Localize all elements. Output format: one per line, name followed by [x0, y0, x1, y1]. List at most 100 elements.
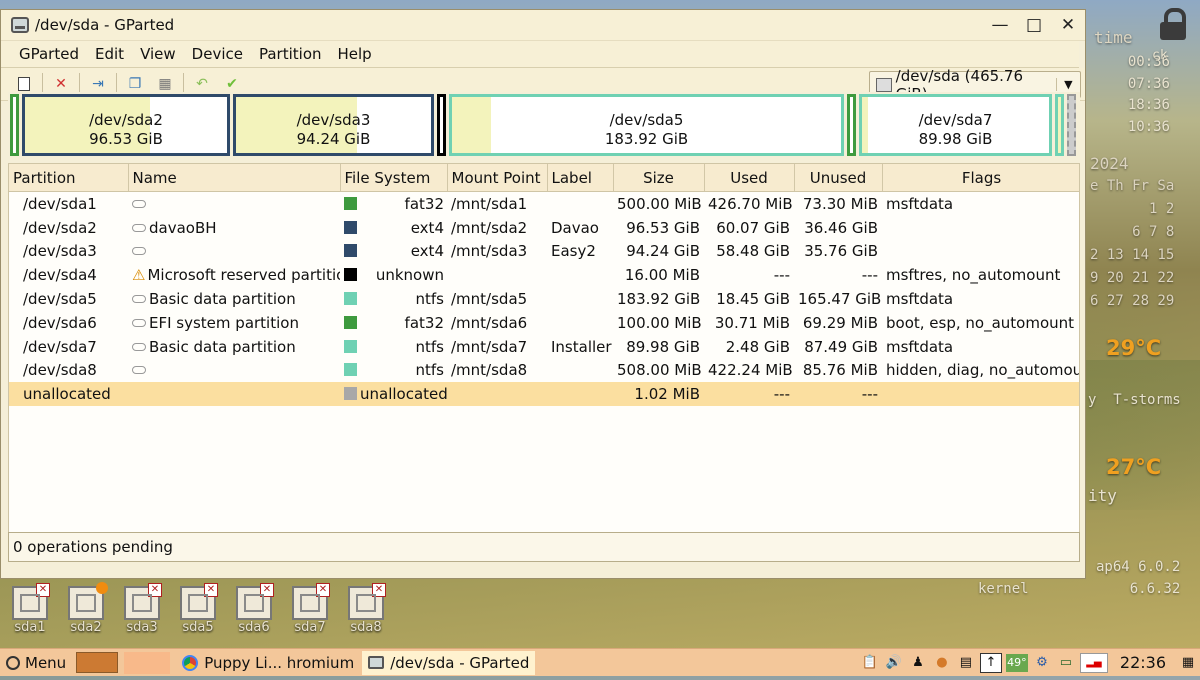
cpu-graph-icon[interactable]: ▂▄: [1079, 652, 1108, 673]
cell-name: EFI system partition: [128, 311, 340, 335]
partition-block-sda6[interactable]: [847, 94, 856, 156]
unmount-x-icon[interactable]: ✕: [148, 583, 162, 597]
cell-mountpoint: [447, 382, 547, 407]
globe-icon[interactable]: ●: [932, 654, 952, 672]
menu-icon: [6, 655, 20, 670]
unmount-x-icon[interactable]: ✕: [260, 583, 274, 597]
cell-partition: unallocated: [9, 382, 128, 407]
clipboard-icon[interactable]: 📋: [860, 654, 880, 672]
filesystem-color-swatch: [344, 315, 357, 329]
connection-icon[interactable]: ⚙: [1032, 654, 1052, 672]
taskbar-clock[interactable]: 22:36: [1120, 653, 1166, 672]
desktop-drive-sda7[interactable]: ✕ sda7: [290, 583, 330, 635]
unmount-x-icon[interactable]: ✕: [372, 583, 386, 597]
table-row[interactable]: /dev/sda8 ntfs/mnt/sda8 508.00 MiB 422.24 M…: [9, 359, 1079, 383]
weather-fragment: ity: [1088, 486, 1117, 505]
cell-name: davaoBH: [128, 216, 340, 240]
menu-device[interactable]: Device: [192, 45, 243, 63]
partition-block-size: 89.98 GiB: [918, 130, 993, 148]
close-button[interactable]: ✕: [1051, 15, 1085, 35]
desktop-drive-sda3[interactable]: ✕ sda3: [122, 583, 162, 635]
column-header-flags[interactable]: Flags: [882, 164, 1079, 192]
kernel-version: ap64 6.0.2: [1096, 559, 1181, 575]
upload-icon[interactable]: ↑: [979, 652, 1002, 673]
partition-block-unallocated[interactable]: [1067, 94, 1076, 156]
column-header-unused[interactable]: Unused: [794, 164, 883, 192]
partition-block-sda2[interactable]: /dev/sda2 96.53 GiB: [22, 94, 230, 156]
column-header-size[interactable]: Size: [613, 164, 705, 192]
partition-block-sda1[interactable]: [10, 94, 19, 156]
clock-time: 10:36: [1127, 118, 1170, 135]
column-header-label[interactable]: Label: [547, 164, 614, 192]
cell-label: [547, 359, 613, 383]
desktop-drive-sda2[interactable]: sda2: [66, 582, 108, 635]
cell-filesystem: unallocated: [340, 382, 447, 407]
menu-gparted[interactable]: GParted: [19, 45, 79, 63]
table-row[interactable]: unallocated unallocated 1.02 MiB --- ---: [9, 382, 1079, 407]
partition-block-sda3[interactable]: /dev/sda3 94.24 GiB: [233, 94, 434, 156]
column-header-partition[interactable]: Partition: [9, 164, 129, 192]
desktop-drive-sda5[interactable]: ✕ sda5: [178, 583, 218, 635]
menu-edit[interactable]: Edit: [95, 45, 124, 63]
column-header-name[interactable]: Name: [128, 164, 341, 192]
column-header-used[interactable]: Used: [704, 164, 795, 192]
table-row[interactable]: /dev/sda5 Basic data partition ntfs/mnt/sd…: [9, 287, 1079, 311]
partition-block-sda5[interactable]: /dev/sda5 183.92 GiB: [449, 94, 844, 156]
menu-view[interactable]: View: [140, 45, 176, 63]
volume-icon[interactable]: 🔊: [884, 654, 904, 672]
partition-block-sda4[interactable]: [437, 94, 446, 156]
title-bar[interactable]: /dev/sda - GParted — □ ✕: [1, 10, 1085, 41]
cell-used: 60.07 GiB: [716, 218, 790, 237]
battery-icon[interactable]: ▭: [1056, 654, 1076, 672]
network-icon[interactable]: ▤: [956, 654, 976, 672]
unlock-icon[interactable]: [1160, 8, 1186, 42]
maximize-button[interactable]: □: [1017, 15, 1051, 35]
menu-button[interactable]: Menu: [0, 649, 72, 676]
desktop-drive-sda6[interactable]: ✕ sda6: [234, 583, 274, 635]
desktop-drive-sda1[interactable]: ✕ sda1: [10, 583, 50, 635]
taskbar: Menu Puppy Li... hromium /dev/sda - GPar…: [0, 648, 1200, 676]
calendar-row: 9 20 21 22: [1090, 270, 1175, 286]
cell-filesystem: ext4: [340, 240, 447, 264]
user-icon[interactable]: ♟: [908, 654, 928, 672]
unmount-x-icon[interactable]: ✕: [204, 583, 218, 597]
task-gparted[interactable]: /dev/sda - GParted: [362, 650, 536, 675]
cell-partition: /dev/sda8: [23, 361, 97, 380]
table-row[interactable]: /dev/sda4 ⚠ Microsoft reserved partition un…: [9, 263, 1079, 287]
desktop-pager-2[interactable]: [124, 651, 171, 674]
table-row[interactable]: /dev/sda3 ext4/mnt/sda3 Easy2 94.24 GiB 58.4…: [9, 240, 1079, 264]
table-row[interactable]: /dev/sda7 Basic data partition ntfs/mnt/sd…: [9, 335, 1079, 359]
partition-block-sda8[interactable]: [1055, 94, 1064, 156]
desktop-pager-1[interactable]: [76, 652, 119, 673]
partition-name: Microsoft reserved partition: [147, 266, 340, 285]
cell-label: [547, 192, 613, 216]
task-chromium[interactable]: Puppy Li... hromium: [176, 651, 360, 675]
empty-row: [9, 406, 1079, 430]
calendar-widget: 2024 e Th Fr Sa 1 2 6 7 8 2 13 14 15 9 2…: [1090, 152, 1174, 313]
unmount-x-icon[interactable]: ✕: [316, 583, 330, 597]
partition-name: davaoBH: [149, 218, 217, 237]
cpu-temp-indicator[interactable]: 49°: [1005, 653, 1028, 672]
menu-help[interactable]: Help: [338, 45, 372, 63]
cell-unused: 87.49 GiB: [804, 337, 878, 356]
table-row[interactable]: /dev/sda6 EFI system partition fat32/mnt/s…: [9, 311, 1079, 335]
column-header-mountpoint[interactable]: Mount Point: [447, 164, 548, 192]
filesystem-color-swatch: [344, 387, 357, 401]
partition-block-sda7[interactable]: /dev/sda7 89.98 GiB: [859, 94, 1052, 156]
table-row[interactable]: /dev/sda2 davaoBH ext4/mnt/sda2 Davao 96.53 …: [9, 216, 1079, 240]
unmount-x-icon[interactable]: ✕: [36, 583, 50, 597]
filesystem-type: ntfs: [415, 361, 444, 380]
desktop-drive-sda8[interactable]: ✕ sda8: [346, 583, 386, 635]
desktop-grid-icon[interactable]: ▦: [1178, 654, 1198, 672]
cell-label: Easy2: [551, 242, 596, 261]
cell-mountpoint: /mnt/sda1: [451, 194, 528, 213]
cell-name: [128, 359, 340, 383]
menu-partition[interactable]: Partition: [259, 45, 322, 63]
empty-row: [9, 501, 1079, 525]
table-row[interactable]: /dev/sda1 fat32/mnt/sda1 500.00 MiB 426.70 …: [9, 192, 1079, 216]
cell-filesystem: ext4: [340, 216, 447, 240]
cell-size: 500.00 MiB: [617, 194, 702, 213]
minimize-button[interactable]: —: [983, 15, 1017, 35]
column-header-filesystem[interactable]: File System: [340, 164, 448, 192]
operations-pending-text: 0 operations pending: [13, 538, 173, 556]
